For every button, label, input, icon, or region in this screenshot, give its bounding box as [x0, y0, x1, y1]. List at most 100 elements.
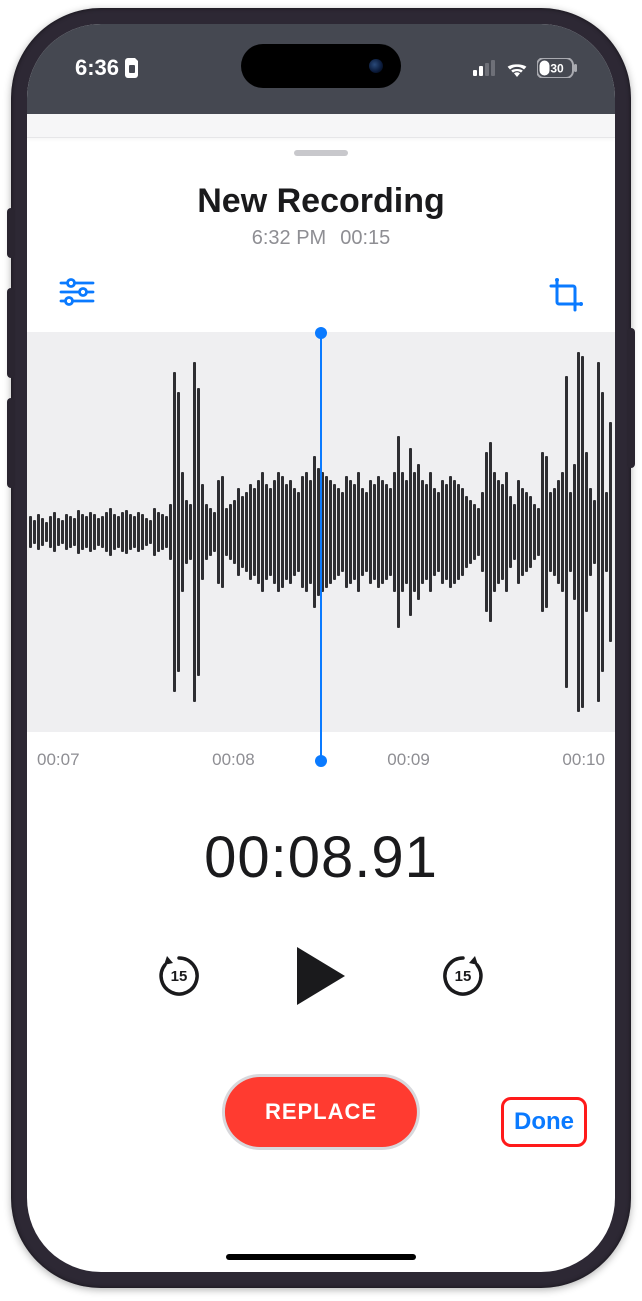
volume-down-button [7, 398, 15, 488]
waveform-bar [449, 476, 452, 588]
waveform-bar [237, 488, 240, 576]
waveform-bar [357, 472, 360, 592]
waveform-bar [417, 464, 420, 600]
skip-forward-15-button[interactable]: 15 [439, 952, 487, 1000]
sheet-grabber-row[interactable] [27, 138, 615, 156]
sheet-grabber[interactable] [294, 150, 348, 156]
waveform-bar [285, 484, 288, 580]
waveform-bar [529, 496, 532, 568]
playhead[interactable] [320, 332, 322, 762]
cell-signal-icon [473, 60, 497, 76]
waveform-bar [581, 356, 584, 708]
waveform-bar [457, 484, 460, 580]
waveform-bar [193, 362, 196, 702]
waveform-bar [561, 472, 564, 592]
waveform-bar [445, 484, 448, 580]
waveform-bar [269, 488, 272, 576]
waveform-bar [257, 480, 260, 584]
waveform-bar [505, 472, 508, 592]
waveform-bar [233, 500, 236, 564]
waveform-bar [49, 516, 52, 548]
current-time-display: 00:08.91 [27, 824, 615, 891]
waveform-bar [593, 500, 596, 564]
waveform-bar [545, 456, 548, 608]
waveform-bar [609, 422, 612, 642]
waveform-bar [73, 518, 76, 546]
waveform-bar [345, 476, 348, 588]
waveform-bar [385, 484, 388, 580]
dynamic-island [241, 44, 401, 88]
waveform-bar [473, 504, 476, 560]
waveform-bar [273, 480, 276, 584]
done-button[interactable]: Done [501, 1097, 587, 1147]
waveform-bar [33, 520, 36, 544]
waveform-bar [197, 388, 200, 676]
waveform-bar [293, 488, 296, 576]
waveform-bar [77, 510, 80, 554]
waveform-bar [281, 476, 284, 588]
waveform-bar [181, 472, 184, 592]
waveform-area[interactable]: 00:07 00:08 00:09 00:10 [27, 332, 615, 770]
waveform-bar [241, 496, 244, 568]
waveform-bar [173, 372, 176, 692]
waveform-bar [309, 480, 312, 584]
waveform-bar [605, 492, 608, 572]
waveform-bar [53, 512, 56, 552]
waveform-bar [573, 464, 576, 600]
waveform-bar [413, 472, 416, 592]
waveform-bar [489, 442, 492, 622]
waveform-bar [461, 488, 464, 576]
power-button [627, 328, 635, 468]
recording-title[interactable]: New Recording [27, 182, 615, 221]
waveform-bar [533, 504, 536, 560]
sim-card-icon [125, 58, 141, 78]
play-button[interactable] [293, 945, 349, 1007]
waveform-bar [109, 508, 112, 556]
waveform-bar [349, 480, 352, 584]
time-mark: 00:10 [562, 750, 605, 770]
trim-crop-icon[interactable] [549, 278, 583, 312]
waveform-bar [597, 362, 600, 702]
waveform-bar [117, 516, 120, 548]
waveform-bar [465, 496, 468, 568]
waveform-bar [429, 472, 432, 592]
recording-time-label: 6:32 PM [252, 227, 326, 250]
waveform-bar [169, 504, 172, 560]
waveform-bar [589, 488, 592, 576]
waveform-bar [41, 518, 44, 546]
waveform-bar [409, 448, 412, 616]
home-indicator[interactable] [226, 1254, 416, 1260]
waveform-bar [149, 520, 152, 544]
replace-button[interactable]: REPLACE [225, 1077, 417, 1147]
waveform-bar [513, 504, 516, 560]
waveform-bar [157, 512, 160, 552]
waveform-bar [125, 510, 128, 554]
waveform-bar [89, 512, 92, 552]
waveform-bar [113, 514, 116, 550]
waveform-bar [105, 512, 108, 552]
phone-frame: 6:36 30 New Recording [11, 8, 631, 1288]
waveform-bar [405, 480, 408, 584]
waveform-bar [325, 476, 328, 588]
waveform-bar [541, 452, 544, 612]
waveform-bar [145, 518, 148, 546]
waveform-bar [121, 512, 124, 552]
waveform-bar [297, 492, 300, 572]
waveform-bar [389, 488, 392, 576]
waveform-bar [585, 452, 588, 612]
waveform-bar [245, 492, 248, 572]
waveform-bar [553, 488, 556, 576]
waveform-bar [97, 518, 100, 546]
waveform-bar [373, 484, 376, 580]
waveform-bar [65, 514, 68, 550]
waveform-bar [381, 480, 384, 584]
waveform-bar [493, 472, 496, 592]
settings-sliders-icon[interactable] [59, 278, 95, 312]
waveform-bar [537, 508, 540, 556]
skip-back-15-button[interactable]: 15 [155, 952, 203, 1000]
status-time: 6:36 [75, 55, 119, 81]
waveform-bar [481, 492, 484, 572]
waveform-bar [313, 456, 316, 608]
waveform-bar [557, 480, 560, 584]
waveform-bar [433, 488, 436, 576]
